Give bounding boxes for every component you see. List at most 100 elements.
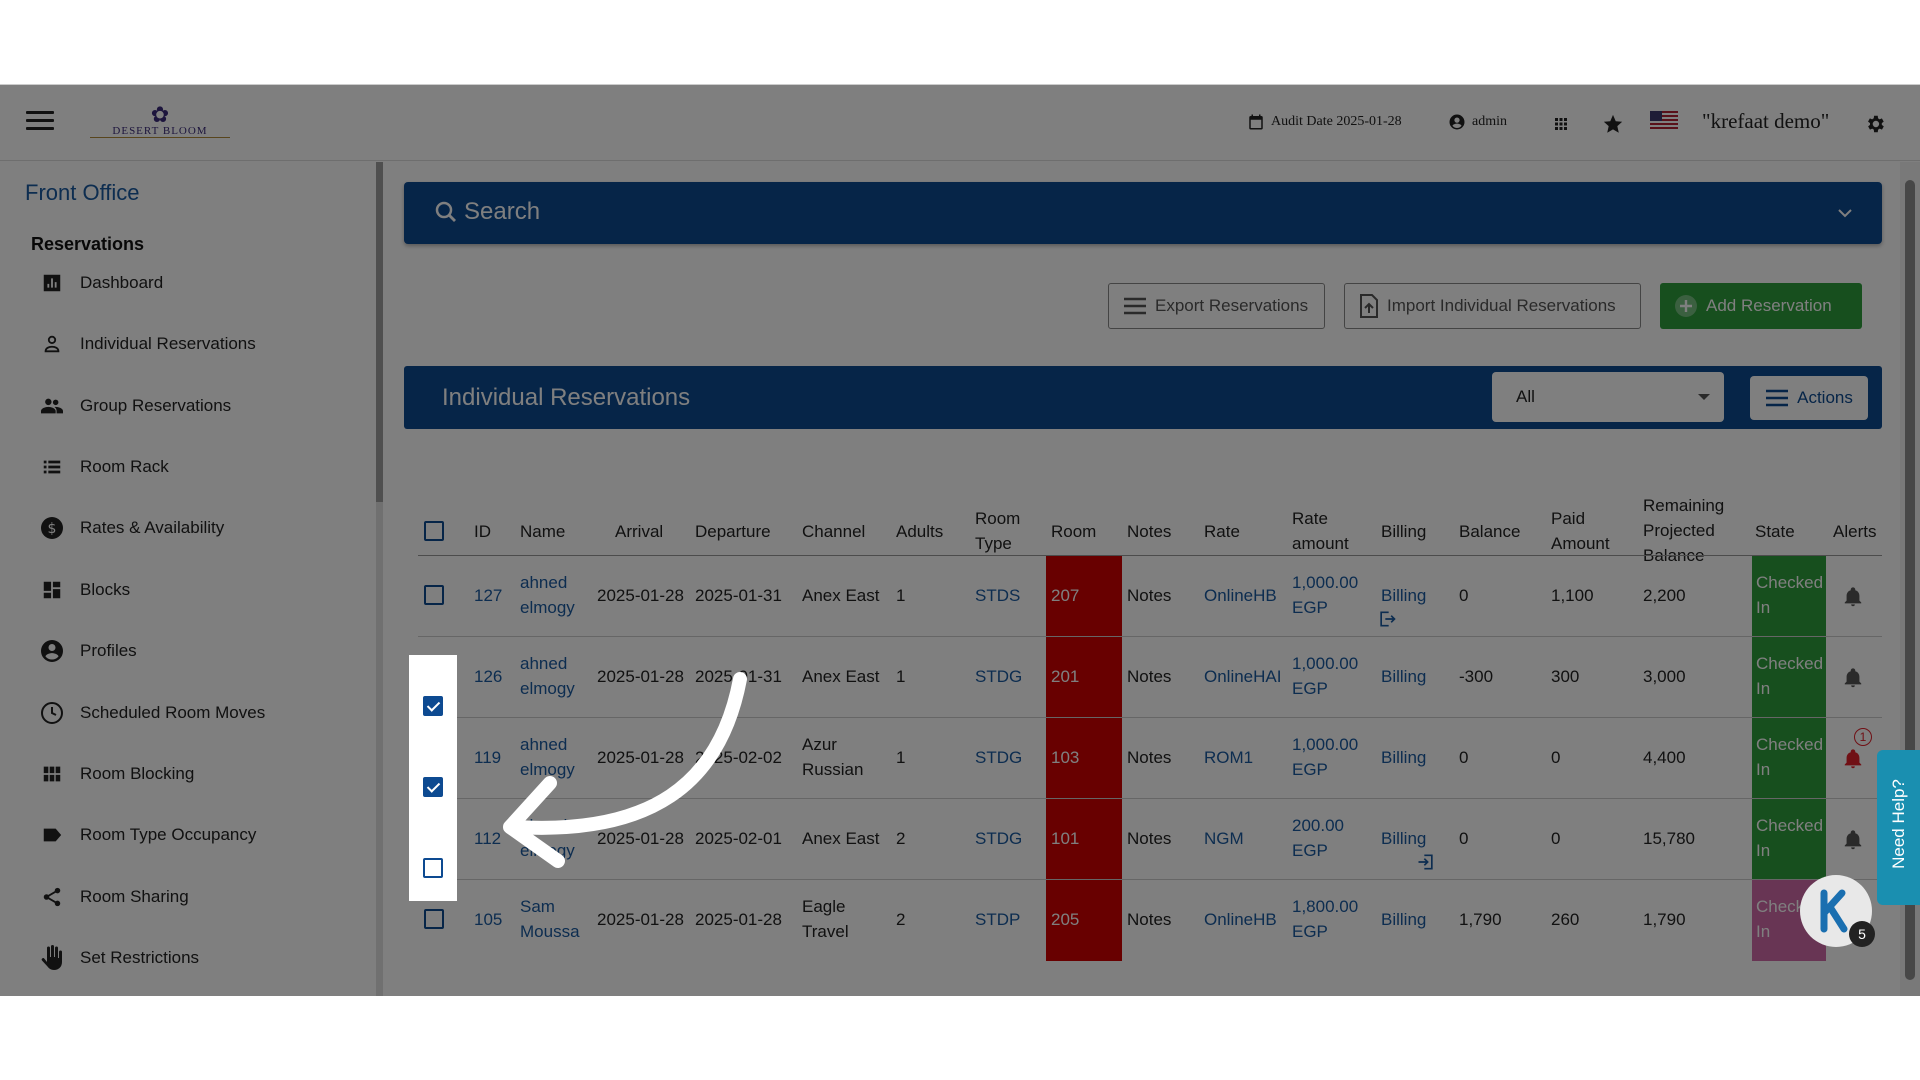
rate-code[interactable]: NGM [1204,826,1244,851]
adults-count: 2 [896,829,906,848]
sidebar-item-group-reservations[interactable]: Group Reservations [40,391,231,421]
billing-link[interactable]: Billing [1381,907,1426,932]
room-type[interactable]: STDG [975,826,1022,851]
sidebar-item-set-restrictions[interactable]: Set Restrictions [40,943,199,973]
hotel-logo: ✿ DESERT BLOOM [90,104,230,145]
sidebar-item-individual-reservations[interactable]: Individual Reservations [40,329,256,359]
sidebar-item-label: Room Rack [80,457,169,476]
header-billing[interactable]: Billing [1381,519,1426,544]
star-icon[interactable] [1602,113,1624,135]
billing-link[interactable]: Billing [1381,826,1426,851]
billing-link[interactable]: Billing [1381,745,1426,770]
bell-icon[interactable] [1842,666,1864,690]
sidebar-item-room-sharing[interactable]: Room Sharing [40,882,189,912]
room-type[interactable]: STDG [975,664,1022,689]
settings-gear-icon[interactable] [1864,113,1886,135]
room-type[interactable]: STDG [975,745,1022,770]
apps-grid-icon[interactable] [1552,115,1570,133]
sidebar-item-rates-availability[interactable]: $ Rates & Availability [40,513,224,543]
highlighted-checkbox-112[interactable] [423,858,443,878]
header-departure[interactable]: Departure [695,519,771,544]
rate-code[interactable]: OnlineHB [1204,907,1277,932]
header-name[interactable]: Name [520,519,565,544]
rate-code[interactable]: OnlineHB [1204,583,1277,608]
billing-link[interactable]: Billing [1381,583,1426,608]
header-rate[interactable]: Rate [1204,519,1240,544]
header-balance[interactable]: Balance [1459,519,1520,544]
sidebar-item-scheduled-room-moves[interactable]: Scheduled Room Moves [40,698,265,728]
header-paid-amount[interactable]: Paid Amount [1551,506,1610,556]
guest-name[interactable]: ahned elmogy [520,570,575,620]
highlighted-checkbox-119[interactable] [423,777,443,797]
guest-name-first: Sam [520,897,555,916]
room-type[interactable]: STDS [975,583,1020,608]
header-alerts[interactable]: Alerts [1833,519,1876,544]
header-rate-amount[interactable]: Rate amount [1292,506,1349,556]
rate-code[interactable]: ROM1 [1204,745,1253,770]
notes-link[interactable]: Notes [1127,907,1171,932]
export-reservations-button[interactable]: Export Reservations [1108,283,1325,329]
select-all-checkbox[interactable] [424,521,444,541]
sidebar-scrollbar[interactable] [376,162,383,502]
state-line-1: Checked [1756,816,1824,835]
header-room-type[interactable]: Room Type [975,506,1020,556]
state-line-2: In [1756,679,1771,698]
sidebar-item-label: Rates & Availability [80,518,225,537]
header-room[interactable]: Room [1051,519,1096,544]
front-office-title[interactable]: Front Office [25,180,140,206]
state-cell: Checked In [1752,718,1826,799]
sidebar-item-room-blocking[interactable]: Room Blocking [40,759,194,789]
room-type[interactable]: STDP [975,907,1020,932]
reservation-id[interactable]: 105 [474,907,502,932]
chevron-down-icon[interactable] [1836,206,1854,220]
checkin-icon[interactable] [1416,852,1436,872]
hamburger-menu-icon[interactable] [26,111,54,133]
checkout-icon[interactable] [1377,609,1397,629]
bell-alert-icon[interactable] [1842,747,1864,771]
header-notes[interactable]: Notes [1127,519,1171,544]
sidebar-item-profiles[interactable]: Profiles [40,636,137,666]
actions-button[interactable]: Actions [1750,376,1868,420]
sidebar-item-dashboard[interactable]: Dashboard [40,268,163,298]
sidebar-item-blocks[interactable]: Blocks [40,575,130,605]
highlight-spotlight [409,655,457,901]
billing-link[interactable]: Billing [1381,664,1426,689]
header-id[interactable]: ID [474,519,491,544]
rate-amount-value: 200.00 [1292,816,1344,835]
notes-link[interactable]: Notes [1127,664,1171,689]
sidebar-item-room-type-occupancy[interactable]: Room Type Occupancy [40,820,256,850]
audit-date[interactable]: Audit Date 2025-01-28 [1247,113,1402,131]
add-reservation-button[interactable]: Add Reservation [1660,283,1862,329]
us-flag-icon[interactable] [1650,111,1678,131]
status-filter-select[interactable]: All [1492,372,1724,422]
need-help-tab[interactable]: Need Help? [1877,750,1920,905]
header-remaining-projected-balance[interactable]: Remaining Projected Balance [1643,493,1724,568]
room-number: 101 [1051,829,1080,848]
header-channel[interactable]: Channel [802,519,865,544]
notes-link[interactable]: Notes [1127,745,1171,770]
reservation-id[interactable]: 127 [474,583,502,608]
rate-code[interactable]: OnlineHAI [1204,664,1281,689]
guest-name[interactable]: Sam Moussa [520,894,580,944]
row-checkbox[interactable] [424,909,444,929]
sidebar-item-label: Set Restrictions [80,948,200,967]
header-state[interactable]: State [1755,519,1795,544]
user-menu[interactable]: admin [1448,113,1507,131]
sidebar-item-room-rack[interactable]: Room Rack [40,452,169,482]
property-name[interactable]: "krefaat demo" [1702,109,1829,134]
row-checkbox[interactable] [424,585,444,605]
bell-icon[interactable] [1842,828,1864,852]
header-adults[interactable]: Adults [896,519,943,544]
header-rate-amount-line-1: Rate [1292,509,1328,528]
state-line-1: Checked [1756,654,1824,673]
search-panel[interactable]: Search [404,182,1882,244]
notes-link[interactable]: Notes [1127,583,1171,608]
room-number: 207 [1051,586,1080,605]
channel-line-1: Anex East [802,667,880,686]
header-arrival[interactable]: Arrival [615,519,663,544]
notes-link[interactable]: Notes [1127,826,1171,851]
import-reservations-button[interactable]: Import Individual Reservations [1344,283,1641,329]
bell-icon[interactable] [1842,585,1864,609]
highlighted-checkbox-126[interactable] [423,696,443,716]
departure-date: 2025-01-31 [695,586,782,605]
